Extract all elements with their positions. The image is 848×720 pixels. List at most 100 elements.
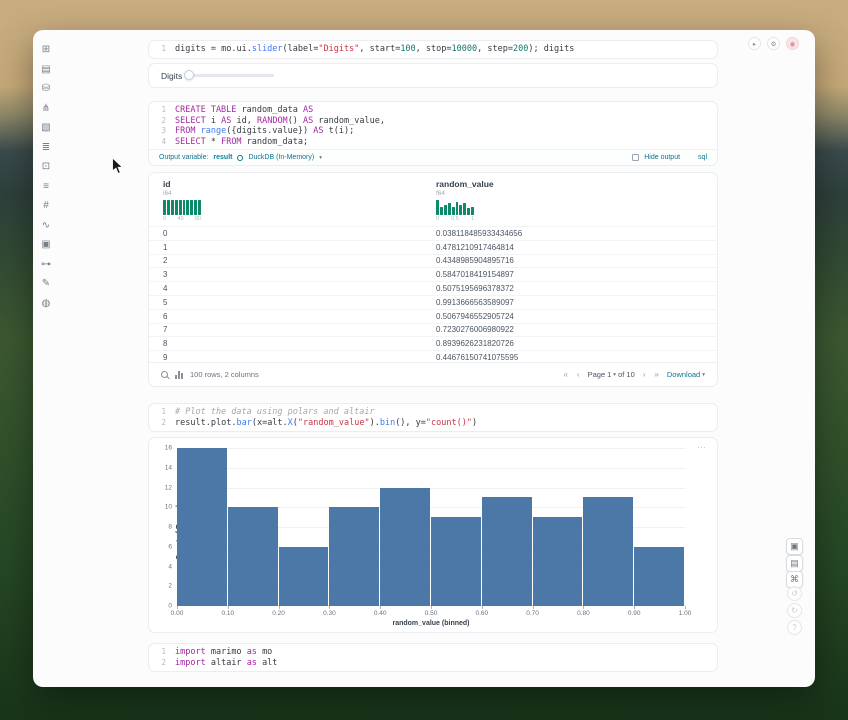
- code-line[interactable]: 2result.plot.bar(x=alt.X("random_value")…: [149, 418, 717, 429]
- x-tick: [329, 606, 330, 609]
- run-all-button[interactable]: ▸: [748, 37, 761, 50]
- cell-language-badge[interactable]: sql: [698, 154, 707, 161]
- sidebar-datasources-icon[interactable]: ⛁: [33, 79, 59, 99]
- histogram-chart: Count of Records random_value (binned) 0…: [177, 448, 685, 606]
- gridline: [177, 448, 685, 449]
- histogram-bar: [380, 488, 430, 607]
- line-number: 1: [149, 407, 175, 418]
- code-line[interactable]: 1CREATE TABLE random_data AS: [149, 105, 717, 116]
- table-row: 10.4781210917464814: [149, 240, 717, 254]
- chart-menu-button[interactable]: ⋯: [697, 442, 707, 453]
- digits-slider[interactable]: [188, 74, 274, 77]
- slider-handle[interactable]: [184, 70, 194, 80]
- console-panel-button[interactable]: ▤: [786, 555, 803, 572]
- cell-id: 3: [149, 270, 436, 279]
- x-tick: [177, 606, 178, 609]
- sidebar-file-explorer-icon[interactable]: ⊞: [33, 40, 59, 60]
- column-header-id[interactable]: id i64 04080: [163, 179, 201, 222]
- x-tick-label: 0.30: [323, 610, 336, 617]
- history-button[interactable]: ↻: [787, 603, 802, 618]
- column-header-random-value[interactable]: random_value f64 00.51: [436, 179, 494, 222]
- panel-toggle-button[interactable]: ▣: [786, 538, 803, 555]
- x-tick-label: 1.00: [679, 610, 692, 617]
- sidebar-ai-assistant-icon[interactable]: ⊡: [33, 157, 59, 177]
- code-cell-sql[interactable]: 1CREATE TABLE random_data AS2SELECT i AS…: [148, 101, 718, 166]
- settings-button[interactable]: ⚙: [767, 37, 780, 50]
- help-button[interactable]: ?: [787, 620, 802, 635]
- code-line[interactable]: 2SELECT i AS id, RANDOM() AS random_valu…: [149, 116, 717, 127]
- undo-button[interactable]: ↺: [787, 586, 802, 601]
- code-line[interactable]: 4SELECT * FROM random_data;: [149, 137, 717, 148]
- sidebar-documentation-icon[interactable]: ≣: [33, 138, 59, 158]
- code-line[interactable]: 1# Plot the data using polars and altair: [149, 407, 717, 418]
- code-cell-plot[interactable]: 1# Plot the data using polars and altair…: [148, 403, 718, 432]
- cell-id: 6: [149, 312, 436, 321]
- histogram-bar: [228, 507, 278, 606]
- table-footer: 100 rows, 2 columns « ‹ Page 1 ▾ of 10 ›…: [149, 362, 717, 386]
- chart-output-cell: ⋯ Count of Records random_value (binned)…: [148, 437, 718, 633]
- sidebar-tracing-icon[interactable]: ∿: [33, 216, 59, 236]
- page-number-select[interactable]: 1: [607, 370, 611, 379]
- sidebar-snippets-icon[interactable]: #: [33, 196, 59, 216]
- duckdb-icon: [237, 155, 243, 161]
- line-number: 1: [149, 647, 175, 658]
- sidebar-logs-icon[interactable]: ≡: [33, 177, 59, 197]
- code-line[interactable]: 1digits = mo.ui.slider(label="Digits", s…: [149, 44, 717, 55]
- cell-id: 8: [149, 339, 436, 348]
- table-row: 60.5067946552905724: [149, 309, 717, 323]
- sidebar-packages-icon[interactable]: ▧: [33, 118, 59, 138]
- y-tick-label: 14: [165, 464, 172, 471]
- sql-engine-select[interactable]: DuckDB (In-Memory): [248, 154, 314, 161]
- table-row: 80.8939626231820726: [149, 336, 717, 350]
- download-button[interactable]: Download ▾: [667, 370, 705, 379]
- id-column-histogram: [163, 200, 201, 215]
- histogram-bar: [431, 517, 481, 606]
- line-number: 4: [149, 137, 175, 148]
- x-tick: [533, 606, 534, 609]
- line-number: 2: [149, 418, 175, 429]
- line-number: 1: [149, 44, 175, 55]
- sidebar-outline-icon[interactable]: ▣: [33, 235, 59, 255]
- prev-page-button[interactable]: ‹: [576, 370, 581, 379]
- cell-random-value: 0.5067946552905724: [436, 312, 717, 321]
- sidebar-feedback-icon[interactable]: ◍: [33, 294, 59, 314]
- last-page-button[interactable]: »: [653, 370, 659, 379]
- cell-random-value: 0.4781210917464814: [436, 243, 717, 252]
- line-number: 1: [149, 105, 175, 116]
- sidebar-files-icon[interactable]: ▤: [33, 60, 59, 80]
- table-body: 00.03811848593343465610.4781210917464814…: [149, 226, 717, 364]
- code-cell-slider[interactable]: 1digits = mo.ui.slider(label="Digits", s…: [148, 40, 718, 59]
- cell-id: 5: [149, 298, 436, 307]
- code-line[interactable]: 2import altair as alt: [149, 658, 717, 669]
- next-page-button[interactable]: ›: [642, 370, 647, 379]
- sidebar-scratchpad-icon[interactable]: ✎: [33, 274, 59, 294]
- histogram-bar: [177, 448, 227, 606]
- sidebar-secrets-icon[interactable]: ⊶: [33, 255, 59, 275]
- code-text: digits = mo.ui.slider(label="Digits", st…: [175, 44, 574, 55]
- hide-output-checkbox[interactable]: [632, 154, 639, 161]
- sidebar-dependency-graph-icon[interactable]: ⋔: [33, 99, 59, 119]
- code-text: SELECT i AS id, RANDOM() AS random_value…: [175, 116, 385, 127]
- slider-label: Digits: [161, 71, 182, 81]
- code-cell-imports[interactable]: 1import marimo as mo2import altair as al…: [148, 643, 718, 672]
- kernel-status-button[interactable]: ◉: [786, 37, 799, 50]
- code-text: CREATE TABLE random_data AS: [175, 105, 313, 116]
- histogram-bar: [329, 507, 379, 606]
- search-icon[interactable]: [161, 371, 168, 378]
- page-count: of 10: [618, 370, 635, 379]
- sidebar: ⊞▤⛁⋔▧≣⊡≡#∿▣⊶✎◍: [33, 30, 59, 687]
- histogram-bar: [482, 497, 532, 606]
- line-number: 2: [149, 658, 175, 669]
- slider-output-cell: Digits: [148, 63, 718, 88]
- x-tick: [431, 606, 432, 609]
- table-row: 00.038118485933434656: [149, 226, 717, 240]
- code-line[interactable]: 1import marimo as mo: [149, 647, 717, 658]
- x-tick-label: 0.70: [526, 610, 539, 617]
- code-line[interactable]: 3FROM range({digits.value}) AS t(i);: [149, 126, 717, 137]
- hide-output-label[interactable]: Hide output: [644, 154, 680, 161]
- x-tick: [482, 606, 483, 609]
- chart-toggle-icon[interactable]: [175, 371, 183, 379]
- cell-random-value: 0.038118485933434656: [436, 229, 717, 238]
- first-page-button[interactable]: «: [562, 370, 568, 379]
- x-tick: [583, 606, 584, 609]
